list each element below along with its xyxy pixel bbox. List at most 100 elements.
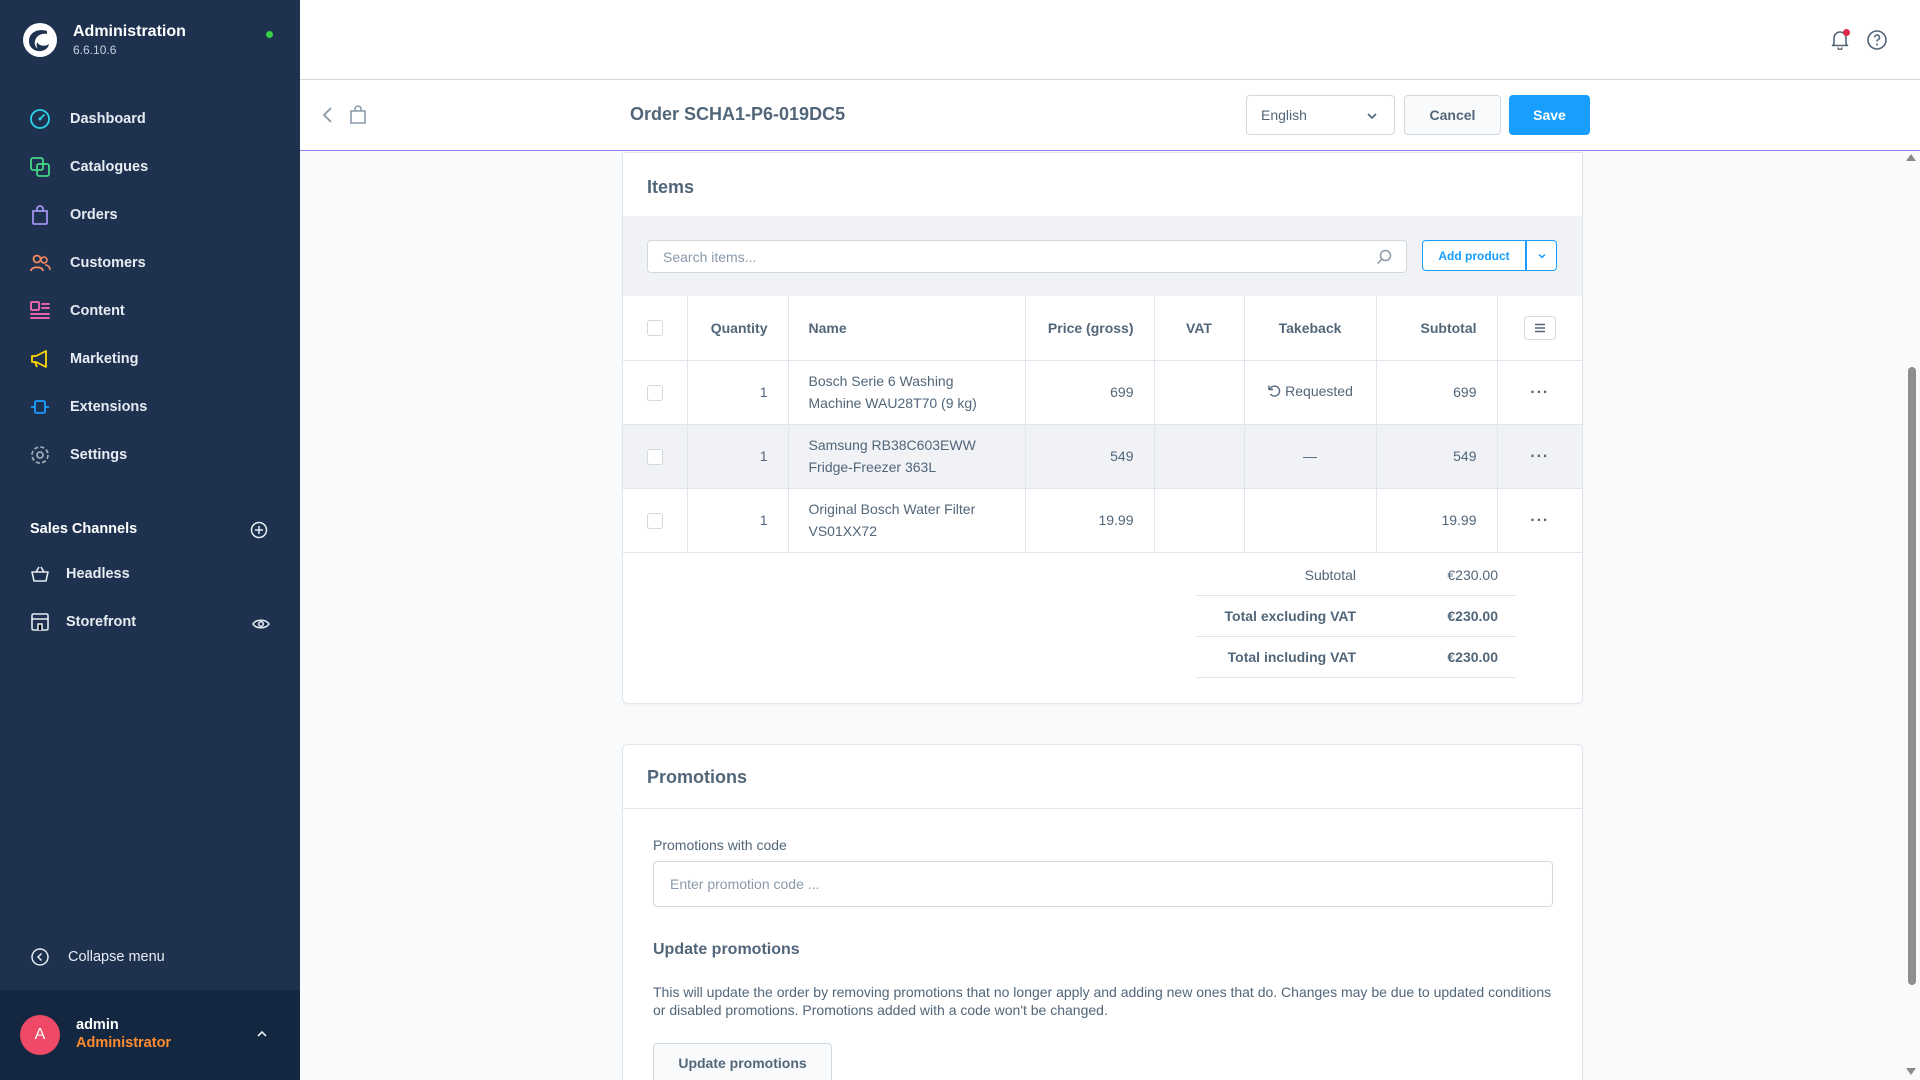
column-header-price[interactable]: Price (gross) (1025, 296, 1155, 361)
nav-item-catalogues[interactable]: Catalogues (0, 143, 300, 191)
eye-icon[interactable] (252, 615, 270, 633)
column-header-subtotal[interactable]: Subtotal (1376, 296, 1498, 361)
row-checkbox[interactable] (646, 449, 663, 466)
language-select[interactable]: English (1246, 95, 1395, 135)
cell-vat (1154, 488, 1245, 553)
select-all-cell (623, 296, 688, 361)
table-row[interactable]: 1 Samsung RB38C603EWW Fridge-Freezer 363L… (623, 424, 1582, 489)
nav-item-content[interactable]: Content (0, 287, 300, 335)
items-card: Items Search items... Add product Quanti… (622, 152, 1583, 704)
totals-row-excl-vat: Total excluding VAT €230.00 (1196, 596, 1516, 637)
table-row[interactable]: 1 Bosch Serie 6 Washing Machine WAU28T70 … (623, 360, 1582, 425)
scroll-down-arrow-icon[interactable] (1906, 1068, 1916, 1075)
add-product-button[interactable]: Add product (1422, 240, 1526, 271)
nav-label-settings: Settings (70, 447, 128, 463)
cell-name[interactable]: Samsung RB38C603EWW Fridge-Freezer 363L (788, 424, 1026, 489)
nav-item-orders[interactable]: Orders (0, 191, 300, 239)
totals-row-incl-vat: Total including VAT €230.00 (1196, 637, 1516, 678)
nav-item-extensions[interactable]: Extensions (0, 383, 300, 431)
search-placeholder: Search items... (663, 248, 757, 265)
nav-item-customers[interactable]: Customers (0, 239, 300, 287)
more-actions-icon: ··· (1530, 511, 1550, 529)
search-items-input[interactable]: Search items... (647, 240, 1407, 273)
cell-takeback: Requested (1244, 360, 1377, 425)
orders-icon (28, 203, 52, 227)
notification-badge (1843, 29, 1850, 36)
totals-label: Total including VAT (1227, 649, 1356, 665)
cancel-button[interactable]: Cancel (1404, 95, 1501, 135)
items-toolbar: Search items... Add product (623, 216, 1582, 296)
promotions-title: Promotions (647, 767, 748, 787)
update-promotions-button[interactable]: Update promotions (653, 1043, 832, 1080)
totals-value: €230.00 (1447, 649, 1498, 665)
brand[interactable]: Administration 6.6.10.6 (22, 22, 186, 58)
marketing-icon (28, 347, 52, 371)
sales-channel-storefront[interactable]: Storefront (28, 610, 136, 634)
user-menu[interactable]: A admin Administrator (0, 990, 300, 1080)
takeback-status: Requested (1285, 383, 1353, 399)
promotion-code-input[interactable]: Enter promotion code ... (653, 861, 1553, 907)
help-icon[interactable] (1866, 29, 1888, 51)
name-line: Machine WAU28T70 (9 kg) (808, 395, 977, 411)
row-checkbox[interactable] (646, 513, 663, 530)
add-sales-channel-icon[interactable] (250, 521, 268, 539)
row-checkbox[interactable] (646, 385, 663, 402)
cell-vat (1154, 360, 1245, 425)
cell-quantity[interactable]: 1 (687, 360, 789, 425)
cell-price[interactable]: 19.99 (1025, 488, 1155, 553)
dashboard-icon (28, 107, 52, 131)
app-version: 6.6.10.6 (73, 43, 117, 57)
cell-price[interactable]: 699 (1025, 360, 1155, 425)
nav-label-marketing: Marketing (70, 351, 139, 367)
language-select-value: English (1261, 107, 1307, 123)
basket-icon (28, 562, 52, 586)
search-icon (1376, 249, 1392, 265)
column-header-vat[interactable]: VAT (1154, 296, 1245, 361)
cell-quantity[interactable]: 1 (687, 424, 789, 489)
scrollbar-thumb[interactable] (1908, 367, 1916, 985)
more-actions-icon: ··· (1530, 383, 1550, 401)
nav-item-settings[interactable]: Settings (0, 431, 300, 479)
column-header-quantity[interactable]: Quantity (687, 296, 789, 361)
nav-label-catalogues: Catalogues (70, 159, 149, 175)
column-header-name[interactable]: Name (788, 296, 1026, 361)
top-header (300, 0, 1920, 80)
row-actions-button[interactable]: ··· (1497, 488, 1582, 553)
column-settings-button[interactable] (1523, 315, 1556, 340)
chevron-up-icon (257, 1030, 267, 1037)
cell-subtotal: 699 (1376, 360, 1498, 425)
cell-quantity[interactable]: 1 (687, 488, 789, 553)
totals-value: €230.00 (1447, 567, 1498, 583)
divider (623, 808, 1582, 809)
nav-item-marketing[interactable]: Marketing (0, 335, 300, 383)
table-row[interactable]: 1 Original Bosch Water Filter VS01XX72 19… (623, 488, 1582, 553)
cell-vat (1154, 424, 1245, 489)
update-promotions-description: This will update the order by removing p… (653, 984, 1552, 1018)
chevron-down-icon (1537, 253, 1546, 259)
content-icon (28, 299, 52, 323)
select-all-checkbox[interactable] (646, 320, 663, 337)
collapse-menu-button[interactable]: Collapse menu (28, 945, 165, 969)
chevron-down-icon (1367, 113, 1377, 120)
user-role: Administrator (76, 1035, 172, 1051)
save-button[interactable]: Save (1509, 95, 1590, 135)
scroll-up-arrow-icon[interactable] (1906, 154, 1916, 161)
column-settings-cell (1497, 296, 1582, 361)
cell-name[interactable]: Bosch Serie 6 Washing Machine WAU28T70 (9… (788, 360, 1026, 425)
totals-label: Subtotal (1304, 567, 1356, 583)
column-header-takeback[interactable]: Takeback (1244, 296, 1377, 361)
totals-value: €230.00 (1447, 608, 1498, 624)
cell-name[interactable]: Original Bosch Water Filter VS01XX72 (788, 488, 1026, 553)
nav-item-dashboard[interactable]: Dashboard (0, 95, 300, 143)
nav-label-extensions: Extensions (70, 399, 148, 415)
back-arrow-icon[interactable] (320, 106, 336, 124)
add-product-dropdown-toggle[interactable] (1526, 240, 1557, 271)
extensions-icon (28, 395, 52, 419)
cell-price[interactable]: 549 (1025, 424, 1155, 489)
collapse-icon (28, 945, 52, 969)
sales-channel-headless[interactable]: Headless (28, 562, 130, 586)
totals-label: Total excluding VAT (1224, 608, 1356, 624)
status-indicator (266, 31, 273, 38)
row-actions-button[interactable]: ··· (1497, 424, 1582, 489)
row-actions-button[interactable]: ··· (1497, 360, 1582, 425)
